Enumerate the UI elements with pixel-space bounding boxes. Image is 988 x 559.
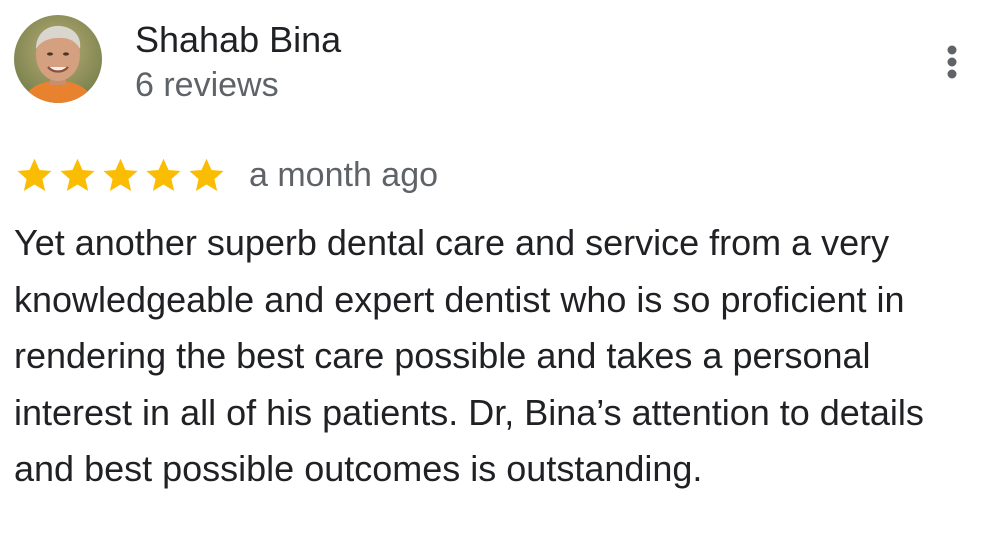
more-options-button[interactable] (934, 40, 970, 84)
author-review-count: 6 reviews (135, 66, 279, 104)
review-card: Shahab Bina 6 reviews a month ago Yet an… (0, 0, 988, 559)
author-name[interactable]: Shahab Bina (135, 18, 341, 62)
star-icon (60, 158, 95, 191)
star-icon (189, 158, 224, 191)
review-date: a month ago (249, 156, 439, 194)
star-icon (103, 158, 138, 191)
rating-row: a month ago (14, 150, 438, 200)
more-vert-icon (947, 45, 957, 79)
review-text: Yet another superb dental care and servi… (14, 222, 924, 489)
avatar-photo (14, 15, 102, 103)
star-rating (14, 155, 227, 196)
star-icon (17, 158, 52, 191)
star-icon (146, 158, 181, 191)
author-avatar[interactable] (14, 15, 102, 103)
